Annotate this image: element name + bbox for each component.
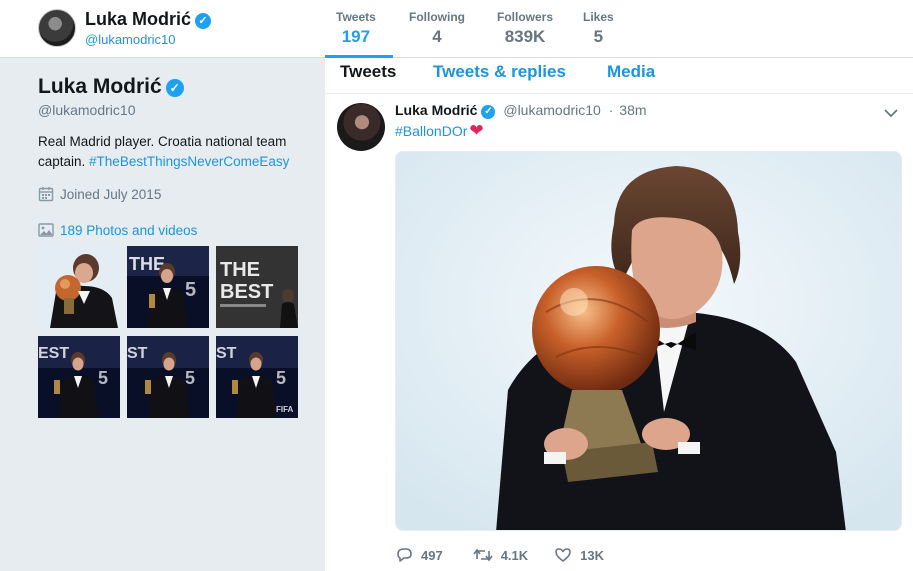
svg-text:5: 5 (185, 279, 196, 301)
stat-following-value: 4 (432, 27, 442, 46)
profile-name[interactable]: Luka Modrić ✓ (38, 75, 184, 99)
timeline-column: Tweets Tweets & replies Media Luka Modri… (325, 58, 913, 571)
reply-icon (397, 548, 412, 562)
like-button[interactable]: 13K (554, 547, 604, 563)
profile-name-text: Luka Modrić (38, 75, 162, 98)
media-thumbnail[interactable]: THE 5 (127, 246, 209, 328)
stat-following[interactable]: Following 4 (409, 10, 465, 47)
tweet-timestamp[interactable]: 38m (619, 102, 646, 118)
joined-date: Joined July 2015 (38, 186, 161, 202)
tweet-hashtag-link[interactable]: #BallonDOr (395, 123, 467, 139)
calendar-icon (38, 187, 54, 202)
stat-tweets[interactable]: Tweets 197 (336, 10, 376, 47)
tweet-actions: 497 4.1K 13K (395, 547, 628, 563)
thumbnail-image: ST 5 FIFA (216, 336, 298, 418)
joined-text: Joined July 2015 (60, 186, 162, 202)
retweet-count: 4.1K (500, 547, 529, 563)
verified-badge-icon: ✓ (195, 13, 212, 29)
media-thumbnail[interactable]: THE BEST (216, 246, 298, 328)
verified-badge-icon: ✓ (481, 105, 496, 119)
thumbnail-image: ST 5 (127, 336, 209, 418)
tweet-author-avatar[interactable] (337, 103, 385, 151)
stat-likes-value: 5 (593, 27, 604, 46)
tab-tweets[interactable]: Tweets (340, 62, 396, 82)
stat-followers-value: 839K (504, 27, 546, 46)
svg-text:ST: ST (216, 345, 237, 362)
svg-text:ST: ST (127, 345, 148, 362)
thumbnail-image: THE 5 (127, 246, 209, 328)
thumbnail-image: EST 5 (38, 336, 120, 418)
profile-handle[interactable]: @lukamodric10 (38, 102, 135, 118)
stat-likes[interactable]: Likes 5 (583, 10, 614, 47)
the-best-logo-line2: BEST (220, 281, 273, 303)
thumbnail-image: THE BEST (216, 246, 298, 328)
media-thumbnail[interactable]: EST 5 (38, 336, 120, 418)
tweet-photo-image (396, 152, 901, 530)
twitter-profile-page: Luka Modrić ✓ @lukamodric10 Tweets 197 Fo… (0, 0, 913, 571)
reply-button[interactable]: 497 (395, 547, 443, 563)
photos-videos-link[interactable]: 189 Photos and videos (38, 222, 197, 238)
profile-avatar-small[interactable] (38, 9, 76, 47)
nav-name-text: Luka Modrić (85, 9, 192, 29)
photos-videos-label: 189 Photos and videos (60, 222, 198, 238)
nav-profile-name[interactable]: Luka Modrić ✓ (85, 9, 212, 30)
chevron-down-icon[interactable] (883, 105, 899, 121)
thumbnail-image (38, 246, 120, 328)
stat-tweets-value: 197 (341, 27, 371, 46)
tweet-separator: · (608, 102, 614, 118)
svg-text:5: 5 (276, 368, 286, 388)
tweet-card[interactable]: Luka Modrić ✓ @lukamodric10 · 38m #Ballon… (325, 95, 913, 571)
profile-nav-bar: Luka Modrić ✓ @lukamodric10 Tweets 197 Fo… (0, 0, 913, 58)
timeline-tabs: Tweets Tweets & replies Media (325, 58, 913, 94)
tab-tweets-replies[interactable]: Tweets & replies (433, 62, 566, 82)
profile-bio: Real Madrid player. Croatia national tea… (38, 132, 308, 172)
like-count: 13K (580, 547, 605, 563)
svg-text:5: 5 (185, 368, 195, 388)
heart-emoji: ❤ (469, 121, 484, 140)
bio-hashtag-link[interactable]: #TheBestThingsNeverComeEasy (89, 154, 289, 169)
nav-profile-handle[interactable]: @lukamodric10 (85, 32, 176, 47)
heart-icon (555, 548, 571, 562)
tweet-photo[interactable] (395, 151, 902, 531)
media-thumbnail[interactable] (38, 246, 120, 328)
tab-media[interactable]: Media (607, 62, 655, 82)
tweet-author-handle[interactable]: @lukamodric10 (503, 102, 600, 118)
media-thumbnail[interactable]: ST 5 FIFA (216, 336, 298, 418)
stat-followers[interactable]: Followers 839K (497, 10, 553, 47)
stat-followers-label: Followers (497, 10, 554, 24)
media-thumbnail[interactable]: ST 5 (127, 336, 209, 418)
thumb-fifa-text: FIFA (276, 405, 294, 414)
svg-text:EST: EST (38, 345, 69, 362)
stat-likes-label: Likes (583, 10, 614, 24)
tweet-author-name[interactable]: Luka Modrić (395, 102, 477, 118)
the-best-logo-line1: THE (220, 259, 260, 281)
reply-count: 497 (421, 547, 443, 563)
tweet-text: #BallonDOr ❤ (395, 121, 484, 140)
tweet-header: Luka Modrić ✓ @lukamodric10 · 38m (395, 102, 647, 119)
retweet-icon (473, 548, 493, 562)
svg-text:5: 5 (98, 368, 108, 388)
photo-icon (38, 223, 54, 237)
stat-following-label: Following (409, 10, 465, 24)
retweet-button[interactable]: 4.1K (473, 547, 528, 563)
verified-badge-icon: ✓ (165, 79, 184, 97)
media-thumbnail-grid: THE 5 THE BEST EST 5 ST 5 ST 5 FIFA (38, 246, 300, 418)
profile-sidebar: Luka Modrić ✓ @lukamodric10 Real Madrid p… (0, 58, 325, 571)
stat-tweets-label: Tweets (336, 10, 376, 24)
